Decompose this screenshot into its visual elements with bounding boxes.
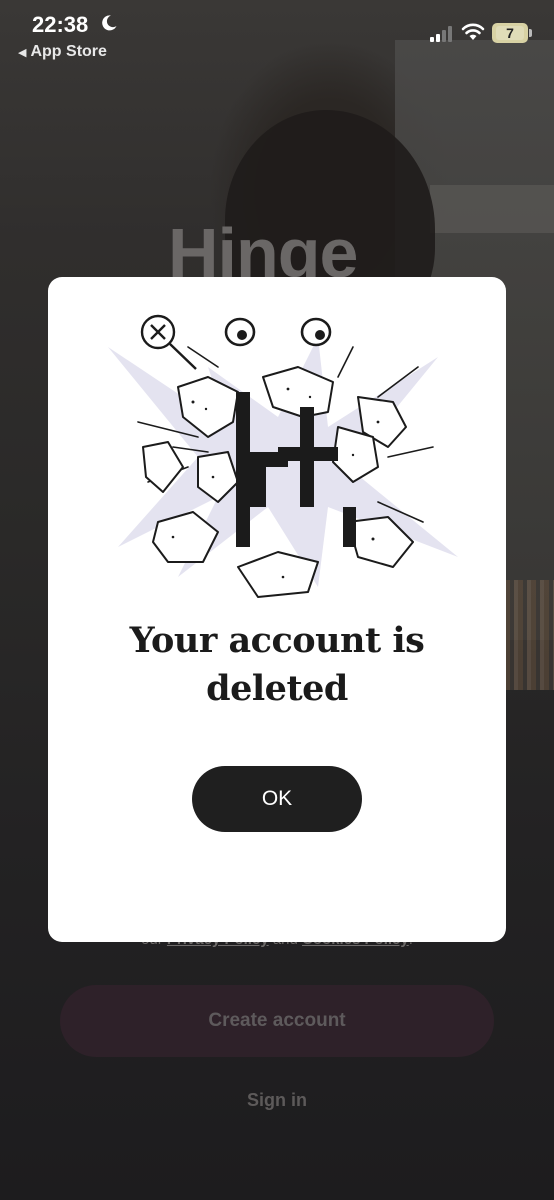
shattered-logo-illustration bbox=[108, 314, 458, 598]
create-account-button[interactable]: Create account bbox=[60, 985, 494, 1057]
back-app-label: App Store bbox=[30, 43, 107, 60]
status-bar: 22:38 ◀ App Store 7 bbox=[0, 0, 554, 70]
status-time: 22:38 bbox=[32, 12, 89, 37]
moon-icon bbox=[102, 15, 117, 31]
battery-tip bbox=[529, 29, 532, 37]
cellular-signal-icon bbox=[430, 26, 452, 42]
sign-in-link[interactable]: Sign in bbox=[0, 1090, 554, 1111]
battery-level: 7 bbox=[506, 25, 514, 41]
back-triangle-icon: ◀ bbox=[18, 47, 27, 59]
back-to-app-store[interactable]: ◀ App Store bbox=[18, 43, 107, 61]
wifi-icon bbox=[461, 23, 485, 40]
battery-indicator: 7 bbox=[492, 23, 528, 43]
background-window-bar bbox=[430, 185, 554, 233]
ok-button[interactable]: OK bbox=[192, 766, 362, 832]
account-deleted-dialog: Your account is deleted OK bbox=[48, 277, 506, 942]
background-bookshelf bbox=[505, 580, 554, 690]
dialog-title: Your account is deleted bbox=[129, 620, 425, 709]
x-eye-icon bbox=[140, 314, 197, 370]
